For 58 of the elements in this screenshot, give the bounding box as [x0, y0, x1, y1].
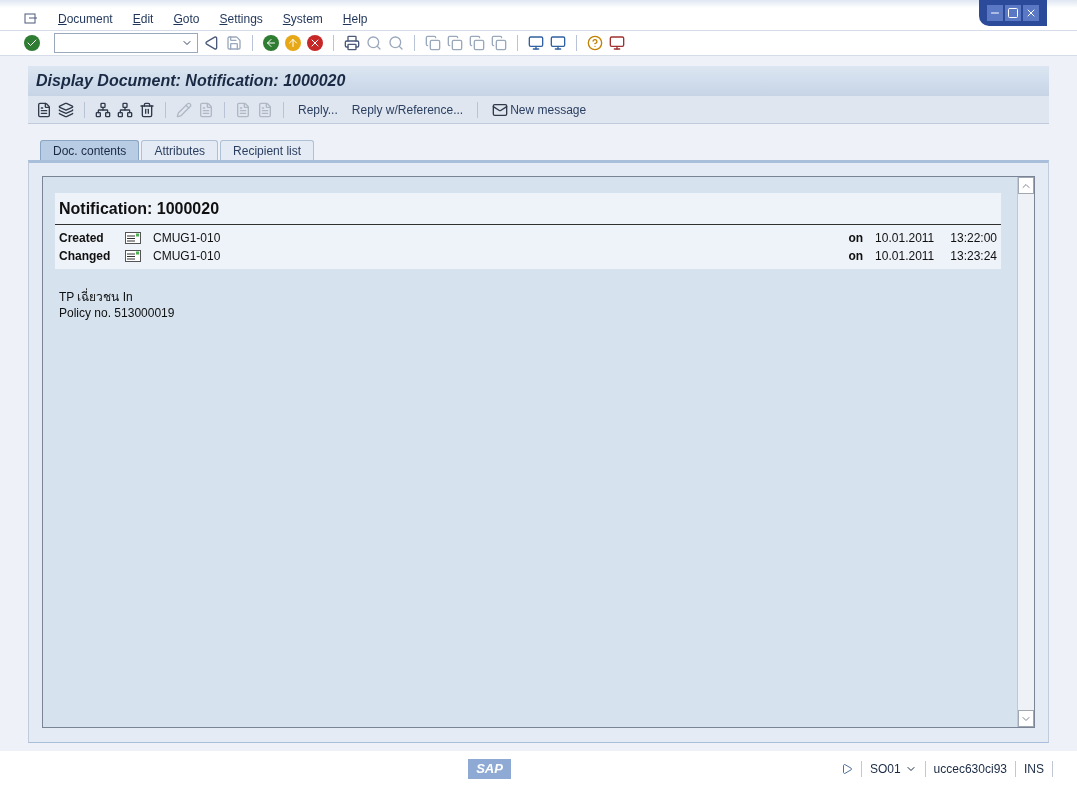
date-text: 10.01.2011 — [875, 248, 935, 265]
maximize-button[interactable] — [1005, 5, 1021, 21]
toolbar-button[interactable]: New message — [488, 100, 591, 119]
document-heading: Notification: 1000020 — [59, 198, 220, 219]
document-icon[interactable] — [36, 101, 52, 118]
menu-icon[interactable] — [24, 13, 38, 25]
on-label: on — [848, 230, 864, 247]
triangle-icon[interactable] — [204, 35, 220, 51]
time-text: 13:22:00 — [950, 230, 997, 247]
menu-item[interactable]: Settings — [219, 10, 263, 28]
exit-icon[interactable] — [285, 35, 301, 51]
input-mode: INS — [1024, 761, 1044, 778]
entry-label: Created — [59, 230, 105, 247]
back-icon[interactable] — [263, 35, 279, 51]
delete-icon[interactable] — [139, 101, 155, 118]
toolbar-button[interactable]: Reply... — [294, 100, 342, 119]
transaction-code[interactable]: SO01 — [869, 760, 901, 778]
tab[interactable]: Doc. contents — [40, 140, 140, 160]
hierarchy-icon[interactable] — [117, 101, 133, 118]
search-next-icon[interactable] — [388, 35, 404, 51]
menu-item[interactable]: System — [282, 10, 323, 28]
search-icon[interactable] — [366, 35, 382, 51]
save-icon[interactable] — [226, 35, 242, 51]
menu-item[interactable]: Document — [58, 10, 113, 28]
time-text: 13:23:24 — [950, 248, 997, 265]
stack-icon[interactable] — [58, 101, 74, 118]
user-card-icon[interactable] — [125, 250, 141, 262]
envelope-icon — [492, 101, 509, 118]
server-name: uccec630ci93 — [933, 761, 1007, 778]
sap-logo: SAP — [468, 759, 511, 779]
minimize-button[interactable] — [987, 5, 1003, 21]
scrollbar[interactable] — [1017, 177, 1034, 727]
help-icon[interactable] — [587, 35, 603, 51]
date-text: 10.01.2011 — [875, 230, 935, 247]
on-label: on — [848, 248, 864, 265]
maximize-icon — [1007, 7, 1019, 19]
user-name: CMUG1-010 — [153, 230, 221, 247]
menu-item[interactable]: Goto — [173, 10, 200, 28]
body-text: Policy no. 513000019 — [59, 305, 176, 321]
tab[interactable]: Recipient list — [220, 140, 315, 160]
scroll-up-button[interactable] — [1018, 177, 1034, 194]
screen-title: Display Document: Notification: 1000020 — [36, 71, 346, 91]
print-icon[interactable] — [344, 35, 360, 51]
cancel-icon[interactable] — [307, 35, 323, 51]
body-text: TP เฉี่ยวชน In — [59, 289, 134, 305]
enter-icon[interactable] — [24, 35, 40, 51]
menu-item[interactable]: Edit — [132, 10, 154, 28]
menu-item[interactable]: Help — [342, 10, 368, 28]
hierarchy-icon[interactable] — [95, 101, 111, 118]
close-button[interactable] — [1023, 5, 1039, 21]
scroll-down-button[interactable] — [1018, 710, 1034, 727]
entry-label: Changed — [59, 248, 112, 265]
close-icon — [1025, 7, 1037, 19]
user-name: CMUG1-010 — [153, 248, 221, 265]
toolbar-button[interactable]: Reply w/Reference... — [347, 100, 468, 119]
tab[interactable]: Attributes — [141, 140, 219, 160]
user-card-icon[interactable] — [125, 232, 141, 244]
command-field[interactable] — [54, 33, 198, 53]
